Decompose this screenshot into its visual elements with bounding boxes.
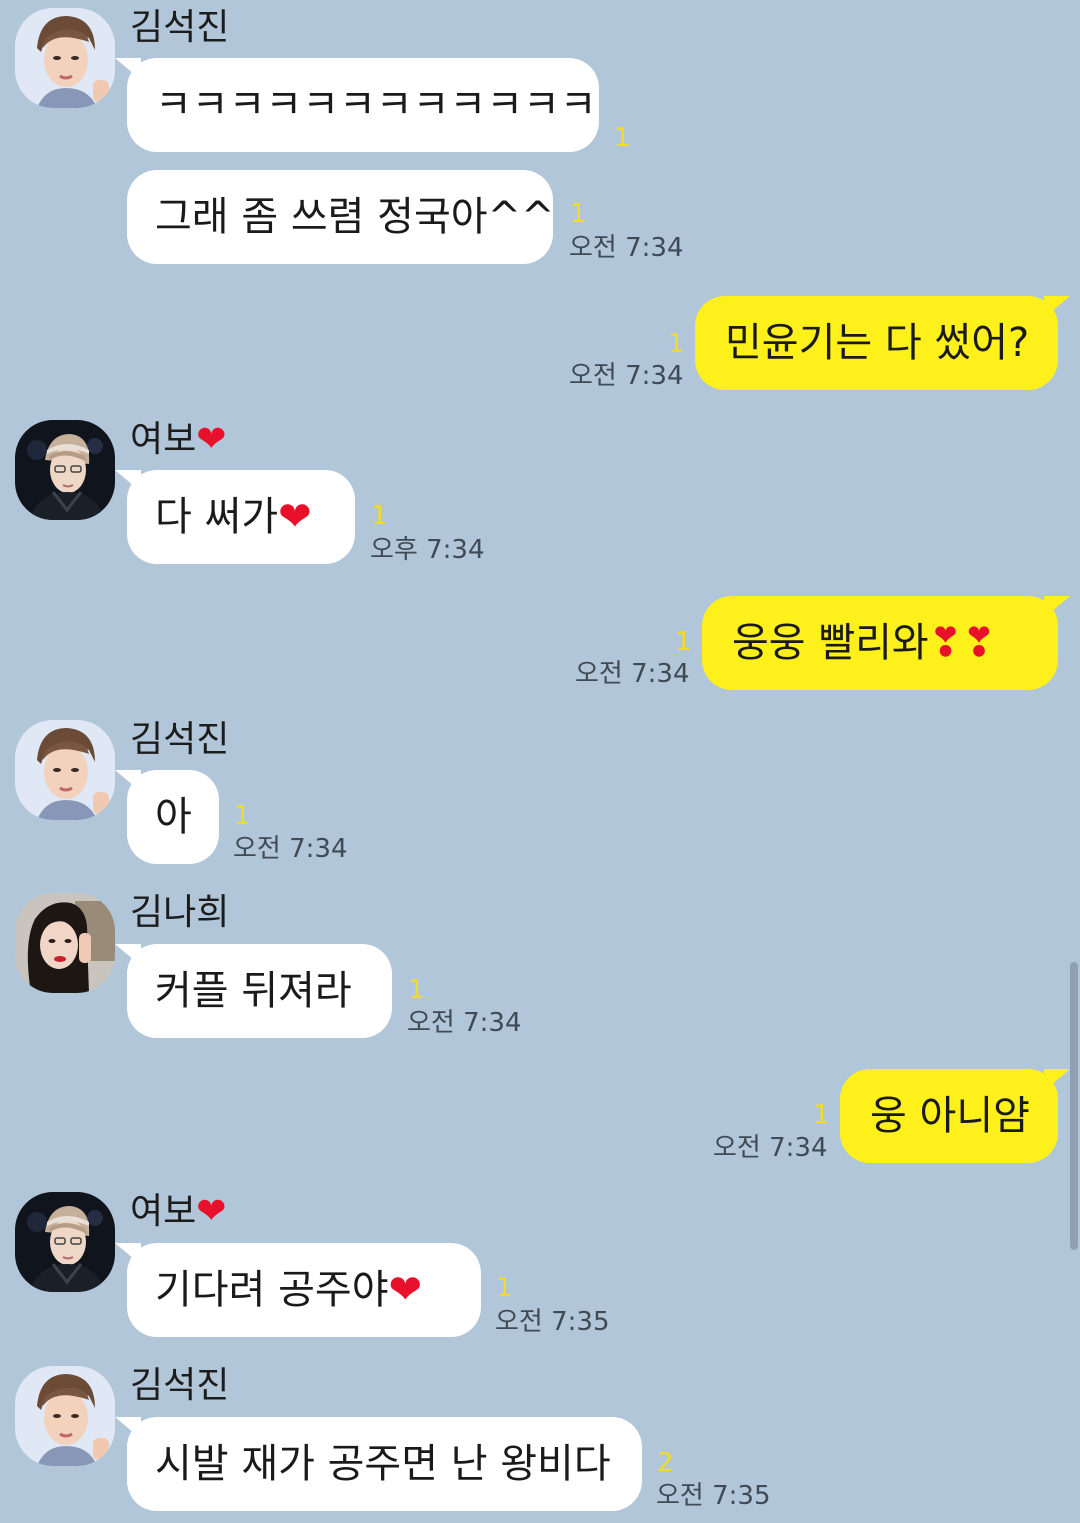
unread-count: 1 — [614, 123, 631, 153]
avatar-photo-icon — [15, 720, 115, 820]
message-bubble[interactable]: 시발 재가 공주면 난 왕비다 — [115, 1417, 642, 1511]
avatar-yeobo[interactable] — [15, 420, 115, 520]
unread-count: 2 — [657, 1448, 674, 1478]
message-time: 오전 7:34 — [713, 1133, 828, 1163]
message-bubble[interactable]: 아 — [115, 770, 219, 864]
unread-count: 1 — [668, 329, 685, 359]
message-bubble[interactable]: 웅 아니얌 — [840, 1069, 1070, 1163]
message-bubble[interactable]: 기다려 공주야❤ — [115, 1243, 481, 1337]
message-time: 오전 7:34 — [233, 834, 348, 864]
message-time: 오전 7:34 — [575, 659, 690, 689]
message-time: 오전 7:35 — [495, 1307, 610, 1337]
avatar-photo-icon — [15, 893, 115, 993]
sender-name: 김석진 — [130, 7, 230, 48]
message-bubble[interactable]: ㅋㅋㅋㅋㅋㅋㅋㅋㅋㅋㅋㅋ — [115, 58, 599, 152]
message-bubble[interactable]: 커플 뒤져라 — [115, 944, 392, 1038]
sender-name: 김석진 — [130, 719, 230, 760]
unread-count: 1 — [234, 801, 251, 831]
message-bubble[interactable]: 민윤기는 다 썼어? — [695, 296, 1070, 390]
avatar-nahee[interactable] — [15, 893, 115, 993]
unread-count: 1 — [675, 627, 692, 657]
unread-count: 1 — [408, 975, 425, 1005]
message-time: 오후 7:34 — [370, 535, 485, 565]
scrollbar[interactable] — [1070, 962, 1078, 1250]
avatar-photo-icon — [15, 1192, 115, 1292]
message-bubble[interactable]: 다 써가❤ — [115, 470, 355, 564]
unread-count: 1 — [371, 501, 388, 531]
message-time: 오전 7:34 — [407, 1008, 522, 1038]
sender-name: 김석진 — [130, 1365, 230, 1406]
message-time: 오전 7:34 — [569, 361, 684, 391]
heart-icon: ❤ — [196, 1191, 227, 1232]
message-bubble[interactable]: 웅웅 빨리와❣❣ — [702, 596, 1070, 690]
sender-name: 여보❤ — [130, 419, 227, 460]
unread-count: 1 — [496, 1273, 513, 1303]
avatar-yeobo[interactable] — [15, 1192, 115, 1292]
avatar-jin[interactable] — [15, 1366, 115, 1466]
message-bubble[interactable]: 그래 좀 쓰렴 정국아^^ — [127, 170, 555, 264]
avatar-photo-icon — [15, 420, 115, 520]
message-time: 오전 7:34 — [569, 233, 684, 263]
heart-icon: ❤ — [196, 419, 227, 460]
unread-count: 1 — [570, 199, 587, 229]
avatar-jin[interactable] — [15, 720, 115, 820]
avatar-jin[interactable] — [15, 8, 115, 108]
exclamation-heart-icon: ❣❣ — [928, 620, 996, 666]
avatar-photo-icon — [15, 1366, 115, 1466]
heart-icon: ❤ — [388, 1267, 423, 1313]
avatar-photo-icon — [15, 8, 115, 108]
unread-count: 1 — [813, 1100, 830, 1130]
sender-name: 여보❤ — [130, 1191, 227, 1232]
message-time: 오전 7:35 — [656, 1481, 771, 1511]
sender-name: 김나희 — [130, 892, 230, 933]
heart-icon: ❤ — [278, 494, 312, 540]
